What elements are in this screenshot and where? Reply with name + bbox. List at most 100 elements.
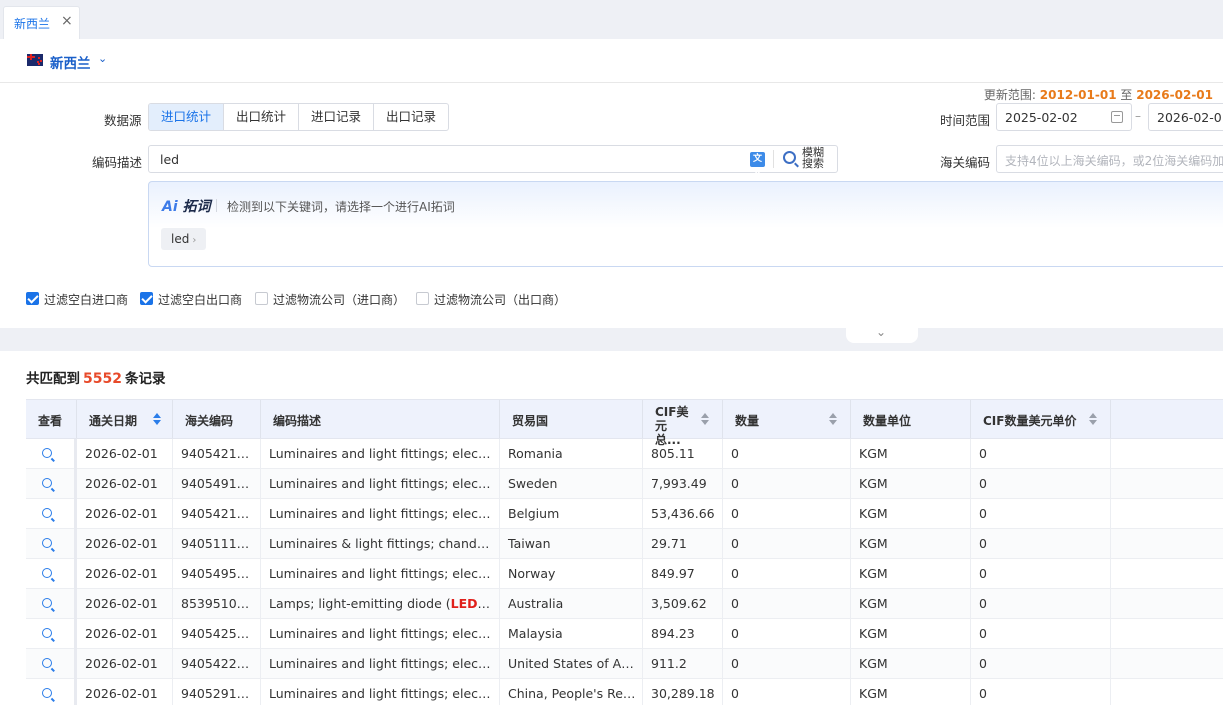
sort-icon[interactable] <box>829 413 837 425</box>
country-header: 新西兰 ⌄ <box>0 39 1223 83</box>
cell-hs: 9405495020 <box>173 559 261 589</box>
datasource-export-records[interactable]: 出口记录 <box>373 104 448 130</box>
cell-view <box>26 589 77 619</box>
cell-date: 2026-02-01 <box>77 619 173 649</box>
cell-qty: 0 <box>723 589 851 619</box>
table-row: 2026-02-01 9405425020 Luminaires and light… <box>26 619 1223 649</box>
cell-cif: 849.97 <box>643 559 723 589</box>
chevron-down-icon[interactable]: ⌄ <box>98 52 107 65</box>
cell-description: Luminaires and light fittings; electric,… <box>261 679 500 705</box>
cell-view <box>26 439 77 469</box>
cell-unit: KGM <box>851 529 971 559</box>
datasource-import-stats[interactable]: 进口统计 <box>149 104 224 130</box>
search-icon[interactable] <box>42 568 52 578</box>
search-icon[interactable] <box>42 628 52 638</box>
date-from-input[interactable]: 2025-02-02 <box>996 103 1132 131</box>
keyword-highlight: LED <box>450 596 478 611</box>
hs-code-input[interactable]: 支持4位以上海关编码，或2位海关编码加 <box>996 145 1223 173</box>
col-view: 查看 <box>26 400 77 438</box>
cell-hs: 9405491030 <box>173 469 261 499</box>
cell-view <box>26 559 77 589</box>
search-icon[interactable] <box>42 688 52 698</box>
sort-icon[interactable] <box>153 413 161 425</box>
cell-country: Norway <box>500 559 643 589</box>
cell-unit-price: 0 <box>971 619 1111 649</box>
cell-date: 2026-02-01 <box>77 529 173 559</box>
table-row: 2026-02-01 8539510000 Lamps; light-emittin… <box>26 589 1223 619</box>
country-selector[interactable]: 新西兰 <box>50 52 91 72</box>
search-icon[interactable] <box>42 538 52 548</box>
cell-date: 2026-02-01 <box>77 439 173 469</box>
search-icon[interactable] <box>42 478 52 488</box>
cell-view <box>26 649 77 679</box>
cell-cif: 805.11 <box>643 439 723 469</box>
cell-view <box>26 469 77 499</box>
cell-country: Sweden <box>500 469 643 499</box>
keyword-input[interactable]: led 文A 模糊搜索 <box>148 145 838 179</box>
table-row: 2026-02-01 9405491030 Luminaires and light… <box>26 469 1223 499</box>
ai-keyword-expansion-panel: Ai 拓词 检测到以下关键词，请选择一个进行AI拓词 led › <box>148 181 1223 267</box>
cell-unit: KGM <box>851 619 971 649</box>
cell-qty: 0 <box>723 439 851 469</box>
table-header: 查看 通关日期 海关编码 编码描述 贸易国 CIF美元总... 数量 数量单位 … <box>26 399 1223 447</box>
cell-hs: 9405111030 <box>173 529 261 559</box>
ai-keyword-chip[interactable]: led › <box>161 228 207 250</box>
cell-cif: 30,289.18 <box>643 679 723 705</box>
search-icon[interactable] <box>42 508 52 518</box>
cell-unit-price: 0 <box>971 559 1111 589</box>
cell-cif: 7,993.49 <box>643 469 723 499</box>
col-quantity[interactable]: 数量 <box>723 400 851 438</box>
sort-icon[interactable] <box>701 413 709 425</box>
col-description: 编码描述 <box>261 400 500 438</box>
search-icon[interactable] <box>783 151 796 164</box>
ai-expand-title: Ai 拓词 <box>162 199 211 215</box>
search-icon[interactable] <box>42 448 52 458</box>
collapse-panel-button[interactable]: ⌄ <box>846 325 918 343</box>
translate-icon[interactable]: 文A <box>750 152 765 179</box>
cell-cif: 3,509.62 <box>643 589 723 619</box>
cell-date: 2026-02-01 <box>77 589 173 619</box>
keyword-label: 编码描述 <box>92 155 143 170</box>
cell-date: 2026-02-01 <box>77 649 173 679</box>
search-icon[interactable] <box>42 658 52 668</box>
datasource-label: 数据源 <box>104 113 142 128</box>
cell-country: China, People's Republic of <box>500 679 643 705</box>
cell-qty: 0 <box>723 679 851 705</box>
date-separator: – <box>1135 109 1141 123</box>
cell-description: Luminaires and light fittings; electric,… <box>261 559 500 589</box>
table-row: 2026-02-01 9405421030 Luminaires and light… <box>26 439 1223 469</box>
cell-country: Taiwan <box>500 529 643 559</box>
cell-qty: 0 <box>723 499 851 529</box>
cell-qty: 0 <box>723 529 851 559</box>
tab-new-zealand[interactable]: 新西兰 × <box>3 6 80 39</box>
cell-unit-price: 0 <box>971 499 1111 529</box>
col-cif-unit-price[interactable]: CIF数量美元单价 <box>971 400 1111 438</box>
ai-expand-hint: 检测到以下关键词，请选择一个进行AI拓词 <box>227 200 455 214</box>
cell-hs: 8539510000 <box>173 589 261 619</box>
datasource-import-records[interactable]: 进口记录 <box>298 104 373 130</box>
cell-unit-price: 0 <box>971 529 1111 559</box>
fuzzy-search-button[interactable]: 模糊搜索 <box>802 147 828 169</box>
cell-unit: KGM <box>851 439 971 469</box>
cell-unit-price: 0 <box>971 589 1111 619</box>
update-range: 更新范围: 2012-01-01 至 2026-02-01 <box>983 88 1213 102</box>
col-cif-total[interactable]: CIF美元总... <box>643 400 723 447</box>
cell-unit: KGM <box>851 649 971 679</box>
sort-icon[interactable] <box>1089 413 1097 425</box>
cell-description: Luminaires & light fittings; chandeliers <box>261 529 500 559</box>
table-row: 2026-02-01 9405495020 Luminaires and light… <box>26 559 1223 589</box>
cell-description: Luminaires and light fittings; electric,… <box>261 649 500 679</box>
cell-country: Belgium <box>500 499 643 529</box>
cell-hs: 9405422000 <box>173 649 261 679</box>
date-to-input[interactable]: 2026-02-01 <box>1148 103 1223 131</box>
col-date[interactable]: 通关日期 <box>77 400 173 438</box>
col-trade-country: 贸易国 <box>500 400 643 438</box>
table-row: 2026-02-01 9405421030 Luminaires and light… <box>26 499 1223 529</box>
search-icon[interactable] <box>42 598 52 608</box>
cell-description: Luminaires and light fittings; electric,… <box>261 619 500 649</box>
datasource-export-stats[interactable]: 出口统计 <box>223 104 298 130</box>
cell-view <box>26 499 77 529</box>
cell-cif: 29.71 <box>643 529 723 559</box>
cell-hs: 9405291020 <box>173 679 261 705</box>
close-icon[interactable]: × <box>61 13 73 29</box>
